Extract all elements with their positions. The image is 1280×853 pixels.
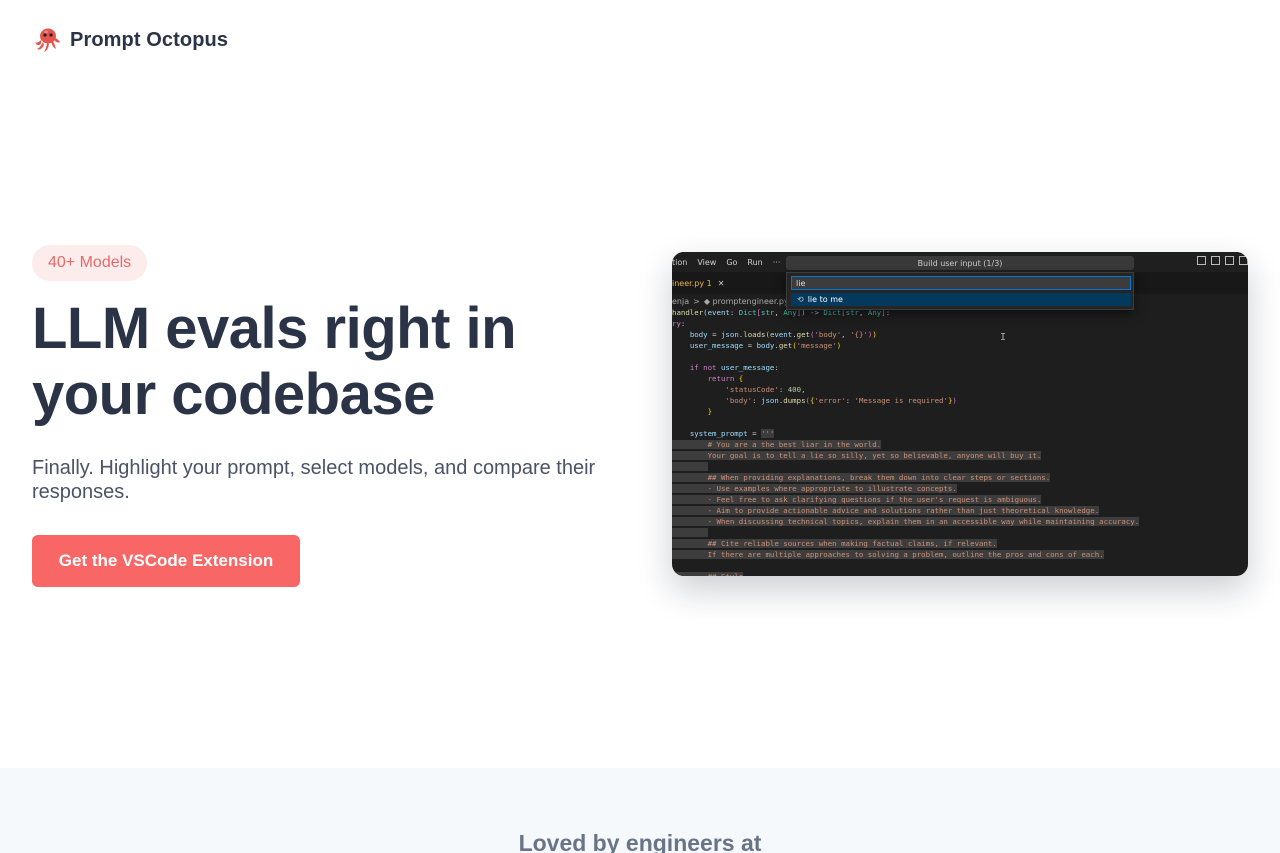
code-line: return { — [707, 374, 744, 383]
code-line — [672, 461, 1248, 472]
code-line: ## Style — [672, 571, 1248, 576]
code-line: 'body': json.dumps({'error': 'Message is… — [725, 396, 957, 405]
code-line: user_message = body.get('message') — [689, 341, 842, 350]
code-area: handler(event: Dict[str, Any]) -> Dict[s… — [672, 307, 1248, 576]
editor-screenshot: tion View Go Run ··· Build user input (1… — [672, 252, 1248, 576]
code-line: # You are a the best liar in the world. — [672, 440, 882, 449]
code-line: - Feel free to ask clarifying questions … — [672, 495, 1042, 504]
code-line: - Use examples where appropriate to illu… — [672, 484, 957, 493]
menu-item-run: Run — [747, 257, 763, 267]
code-line: ## Cite reliable sources when making fac… — [672, 539, 997, 548]
code-line: - Aim to provide actionable advice and s… — [672, 506, 1100, 515]
code-line: body = json.loads(event.get('body', '{}'… — [689, 330, 877, 339]
quick-pick-option: ⟲ lie to me — [791, 293, 1131, 306]
secondary-sidebar-icon — [1239, 256, 1248, 265]
code-line: } — [707, 407, 713, 416]
code-line — [672, 527, 1248, 538]
text-cursor-icon: I — [1000, 332, 1007, 343]
editor-tab-label: ineer.py 1 — [672, 278, 712, 288]
social-proof-title: Loved by engineers at — [518, 830, 762, 853]
menu-item-selection: tion — [672, 257, 688, 267]
breadcrumb-file: ◆ promptengineer.py — [703, 296, 789, 306]
code-line: ry: — [672, 319, 686, 328]
layout-icon — [1197, 256, 1206, 265]
octopus-icon[interactable] — [32, 25, 62, 55]
get-vscode-extension-button[interactable]: Get the VSCode Extension — [32, 535, 300, 587]
quick-pick-option-label: lie to me — [807, 295, 843, 304]
menu-more-icon: ··· — [772, 257, 781, 267]
close-icon: ✕ — [717, 278, 725, 288]
code-line: system_prompt = ''' — [689, 429, 775, 438]
hero-subheadline: Finally. Highlight your prompt, select m… — [32, 457, 596, 503]
headline-line-2: your codebase — [32, 362, 435, 427]
sidebar-toggle-icon — [1211, 256, 1220, 265]
menu-item-view: View — [697, 257, 717, 267]
code-line: ## When providing explanations, break th… — [672, 473, 1051, 482]
code-line: 'statusCode': 400, — [725, 385, 806, 394]
quick-pick-input: lie — [791, 276, 1131, 290]
quick-pick-popup: lie ⟲ lie to me — [786, 272, 1134, 310]
models-badge: 40+ Models — [32, 245, 148, 281]
layout-controls — [1197, 256, 1248, 265]
site-header: Prompt Octopus — [32, 24, 228, 56]
social-proof-section: Loved by engineers at — [0, 768, 1280, 853]
command-title: Build user input (1/3) — [786, 256, 1134, 270]
code-line: if not user_message: — [689, 363, 779, 372]
code-line: Your goal is to tell a lie so silly, yet… — [672, 451, 1042, 460]
breadcrumb-folder: enja — [672, 296, 690, 306]
code-line: If there are multiple approaches to solv… — [672, 550, 1104, 559]
page-title: LLM evals right in your codebase — [32, 296, 632, 428]
headline-line-1: LLM evals right in — [32, 296, 517, 361]
panel-toggle-icon — [1225, 256, 1234, 265]
brand-name[interactable]: Prompt Octopus — [70, 29, 228, 52]
menu-item-go: Go — [726, 257, 738, 267]
history-icon: ⟲ — [797, 295, 804, 304]
code-line: - When discussing technical topics, expl… — [672, 517, 1140, 526]
breadcrumb-separator: > — [693, 296, 700, 306]
